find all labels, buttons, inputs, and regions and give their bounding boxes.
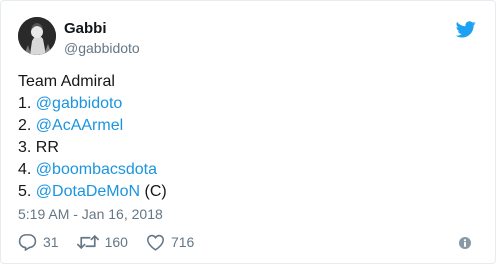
retweet-button[interactable]: 160 [76, 233, 128, 251]
line-prefix: 1. [18, 95, 36, 112]
mention-link[interactable]: @gabbidoto [36, 95, 123, 112]
user-handle[interactable]: @gabbidoto [64, 40, 140, 56]
tweet-line-1: 1. @gabbidoto [18, 93, 167, 115]
tweet-card: Gabbi @gabbidoto Team Admiral 1. @gabbid… [0, 0, 496, 264]
avatar-image [18, 17, 56, 55]
avatar[interactable] [18, 17, 56, 55]
reply-icon [18, 233, 37, 251]
tweet-timestamp[interactable]: 5:19 AM - Jan 16, 2018 [18, 206, 163, 222]
reply-button[interactable]: 31 [18, 233, 59, 251]
retweet-count: 160 [104, 234, 128, 250]
tweet-title-line: Team Admiral [18, 73, 115, 90]
line-prefix: 3. RR [18, 139, 59, 156]
like-count: 716 [170, 234, 195, 250]
retweet-icon [76, 233, 99, 251]
user-name[interactable]: Gabbi [64, 20, 107, 38]
line-suffix: (C) [140, 183, 167, 200]
reply-count: 31 [43, 234, 59, 250]
line-prefix: 4. [18, 161, 36, 178]
twitter-bird-icon[interactable] [455, 21, 476, 38]
mention-link[interactable]: @boombacsdota [36, 161, 157, 178]
tweet-line-4: 4. @boombacsdota [18, 159, 167, 181]
line-prefix: 5. [18, 183, 36, 200]
tweet-line-3: 3. RR [18, 137, 167, 159]
mention-link[interactable]: @AcAArmel [36, 117, 123, 134]
like-button[interactable]: 716 [146, 234, 194, 251]
info-icon[interactable] [459, 236, 471, 249]
tweet-line-2: 2. @AcAArmel [18, 115, 167, 137]
tweet-text: Team Admiral 1. @gabbidoto 2. @AcAArmel … [18, 71, 167, 203]
tweet-actions: 31 160 716 [18, 232, 212, 252]
line-prefix: 2. [18, 117, 36, 134]
tweet-line-5: 5. @DotaDeMoN (C) [18, 181, 167, 203]
mention-link[interactable]: @DotaDeMoN [36, 183, 140, 200]
heart-icon [146, 234, 165, 251]
